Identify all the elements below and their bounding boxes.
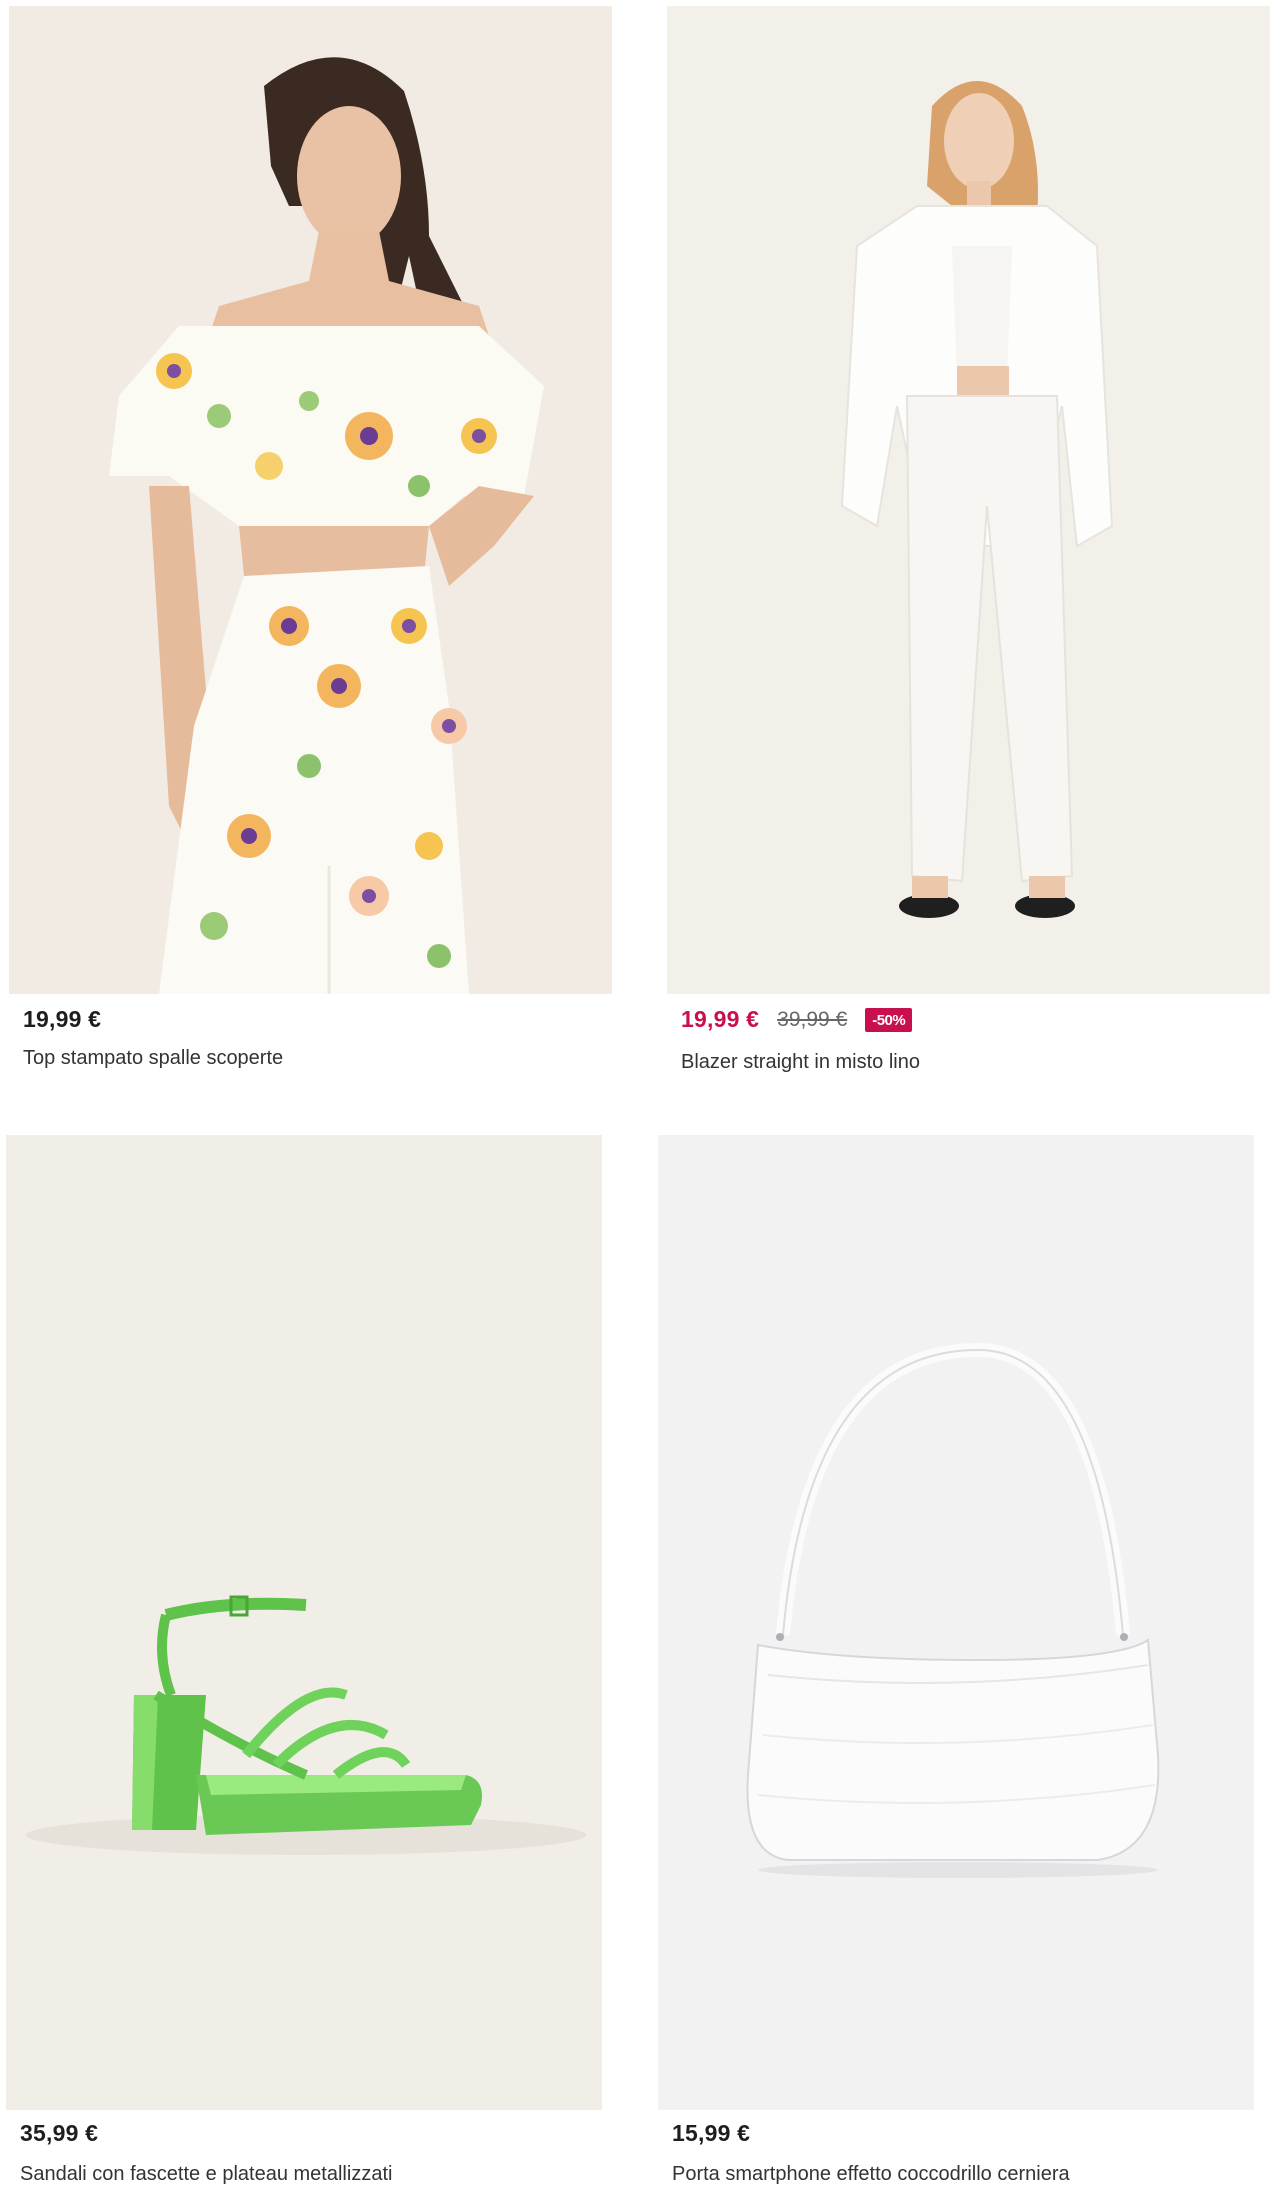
product-image[interactable]: [6, 1135, 602, 2110]
product-title[interactable]: Blazer straight in misto lino: [681, 1051, 920, 1074]
product-card-sandals[interactable]: 35,99 € Sandali con fascette e plateau m…: [6, 1135, 602, 2193]
product-title[interactable]: Top stampato spalle scoperte: [23, 1047, 283, 1070]
discount-badge: -50%: [865, 1007, 913, 1032]
product-image[interactable]: [9, 6, 612, 994]
product-title[interactable]: Porta smartphone effetto coccodrillo cer…: [672, 2163, 1070, 2186]
product-image[interactable]: [667, 6, 1270, 994]
product-image-floral-top: [9, 6, 612, 994]
price: 15,99 €: [672, 2120, 751, 2146]
original-price: 39,99 €: [777, 1007, 848, 1031]
product-image-bag: [658, 1135, 1254, 2110]
price: 35,99 €: [20, 2120, 99, 2146]
product-title[interactable]: Sandali con fascette e plateau metallizz…: [20, 2163, 392, 2186]
sale-price: 19,99 €: [681, 1006, 760, 1032]
product-image-sandals: [6, 1135, 602, 2110]
product-card-floral-top[interactable]: 19,99 € Top stampato spalle scoperte: [9, 6, 612, 1076]
price: 19,99 €: [23, 1006, 102, 1032]
product-card-bag[interactable]: 15,99 € Porta smartphone effetto coccodr…: [658, 1135, 1254, 2193]
product-image-blazer: [667, 6, 1270, 994]
product-card-blazer[interactable]: 19,99 € 39,99 € -50% Blazer straight in …: [667, 6, 1270, 1076]
product-image[interactable]: [658, 1135, 1254, 2110]
